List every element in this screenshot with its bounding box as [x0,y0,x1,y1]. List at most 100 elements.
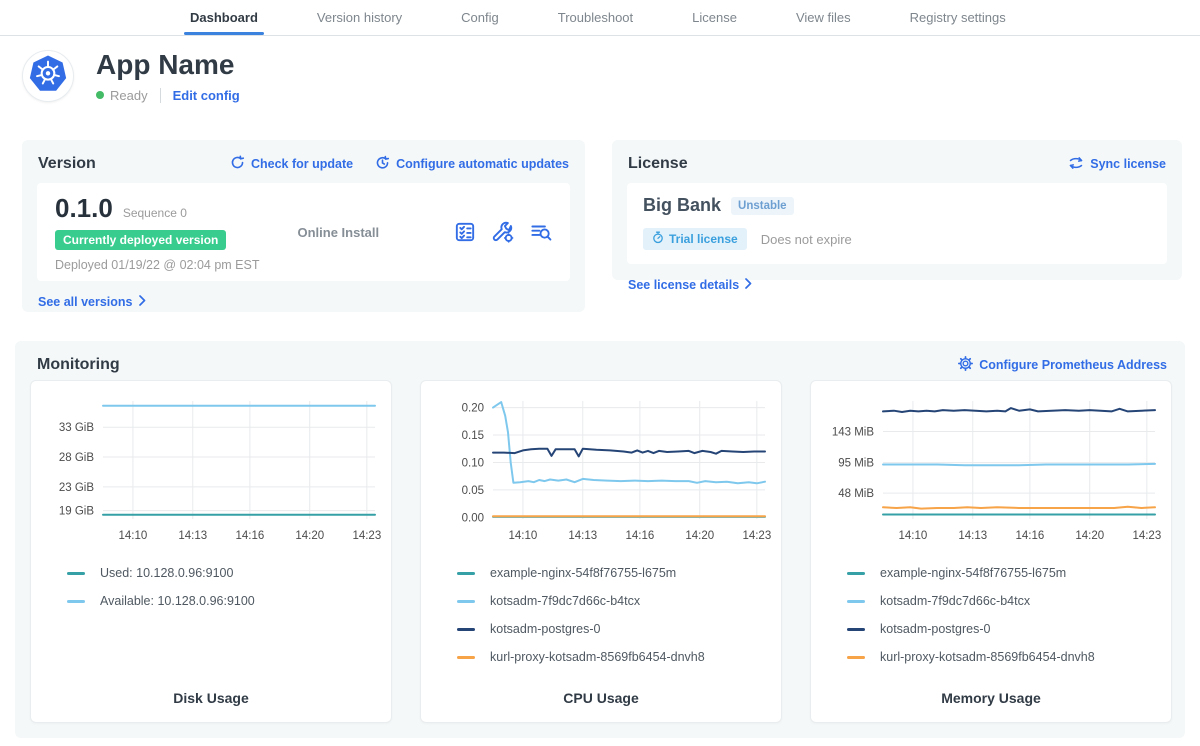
svg-text:14:16: 14:16 [625,530,654,542]
legend-color-dash [847,600,865,603]
legend-color-dash [847,628,865,631]
tab-license[interactable]: License [690,0,739,35]
check-for-update-link[interactable]: Check for update [230,155,353,173]
svg-text:14:20: 14:20 [685,530,714,542]
legend-item: Available: 10.128.0.96:9100 [67,587,383,615]
cpu-usage-chart-card: 0.000.050.100.150.2014:1014:1314:1614:20… [420,380,782,723]
memory-usage-legend: example-nginx-54f8f76755-l675m kotsadm-7f… [847,559,1163,671]
app-logo [22,50,74,102]
deployed-badge: Currently deployed version [55,230,226,250]
channel-badge: Unstable [731,197,794,215]
version-number: 0.1.0 [55,193,113,224]
license-card: License Sync license Big Bank Unstable [612,140,1182,280]
tab-version-history[interactable]: Version history [315,0,404,35]
version-card-title: Version [38,155,96,173]
svg-text:14:10: 14:10 [899,530,928,542]
svg-text:14:20: 14:20 [1075,530,1104,542]
legend-label: kurl-proxy-kotsadm-8569fb6454-dnvh8 [490,650,705,664]
license-expiry: Does not expire [761,232,852,247]
preflight-checklist-icon[interactable] [454,221,476,243]
tab-view-files[interactable]: View files [794,0,853,35]
see-license-details-link[interactable]: See license details [628,278,752,292]
memory-usage-plot: 48 MiB95 MiB143 MiB14:1014:1314:1614:201… [819,389,1165,549]
legend-item: example-nginx-54f8f76755-l675m [847,559,1163,587]
tab-troubleshoot[interactable]: Troubleshoot [556,0,635,35]
svg-text:0.20: 0.20 [462,403,484,415]
legend-item: kurl-proxy-kotsadm-8569fb6454-dnvh8 [847,643,1163,671]
svg-text:14:13: 14:13 [958,530,987,542]
sync-icon [1068,156,1084,173]
svg-text:14:13: 14:13 [568,530,597,542]
gear-icon [958,356,973,374]
svg-text:28 GiB: 28 GiB [59,452,94,464]
svg-text:33 GiB: 33 GiB [59,422,94,434]
chevron-right-icon [139,295,146,309]
app-header: App Name Ready Edit config [22,50,240,103]
svg-text:143 MiB: 143 MiB [832,426,875,438]
svg-text:0.05: 0.05 [462,485,484,497]
kubernetes-icon [26,52,70,101]
current-version-panel: 0.1.0 Sequence 0 Currently deployed vers… [37,183,570,281]
legend-item: kotsadm-7f9dc7d66c-b4tcx [847,587,1163,615]
chart-title: CPU Usage [421,690,781,706]
edit-config-link[interactable]: Edit config [173,88,240,103]
svg-text:14:10: 14:10 [119,530,148,542]
svg-text:14:23: 14:23 [352,530,381,542]
svg-text:14:13: 14:13 [178,530,207,542]
dashboard-screen: Dashboard Version history Config Trouble… [0,0,1200,746]
configure-automatic-updates-link[interactable]: Configure automatic updates [375,155,569,173]
sync-license-link[interactable]: Sync license [1068,156,1166,173]
tab-dashboard[interactable]: Dashboard [188,0,260,35]
clock-refresh-icon [375,155,390,173]
install-type-label: Online Install [259,225,454,240]
legend-color-dash [847,656,865,659]
chevron-right-icon [745,278,752,292]
svg-text:0.00: 0.00 [462,512,484,524]
tab-config[interactable]: Config [459,0,501,35]
svg-text:14:10: 14:10 [509,530,538,542]
svg-text:14:23: 14:23 [1132,530,1161,542]
svg-text:0.15: 0.15 [462,430,484,442]
legend-label: kotsadm-7f9dc7d66c-b4tcx [490,594,640,608]
legend-color-dash [457,628,475,631]
cpu-usage-plot: 0.000.050.100.150.2014:1014:1314:1614:20… [429,389,775,549]
app-status: Ready [110,88,148,103]
legend-color-dash [67,572,85,575]
legend-item: kotsadm-postgres-0 [457,615,773,643]
cpu-usage-legend: example-nginx-54f8f76755-l675m kotsadm-7f… [457,559,773,671]
legend-color-dash [847,572,865,575]
svg-text:14:23: 14:23 [742,530,771,542]
legend-item: kotsadm-7f9dc7d66c-b4tcx [457,587,773,615]
monitoring-title: Monitoring [37,356,120,374]
svg-text:19 GiB: 19 GiB [59,506,94,518]
svg-text:48 MiB: 48 MiB [838,488,874,500]
legend-item: kurl-proxy-kotsadm-8569fb6454-dnvh8 [457,643,773,671]
chart-title: Disk Usage [31,690,391,706]
version-card: Version Check for update [22,140,585,312]
legend-label: kotsadm-postgres-0 [490,622,600,636]
top-nav: Dashboard Version history Config Trouble… [0,0,1200,36]
legend-item: example-nginx-54f8f76755-l675m [457,559,773,587]
see-all-versions-link[interactable]: See all versions [38,295,146,309]
disk-usage-chart-card: 19 GiB23 GiB28 GiB33 GiB14:1014:1314:161… [30,380,392,723]
refresh-icon [230,155,245,173]
edit-config-wrench-icon[interactable] [492,221,514,243]
license-panel: Big Bank Unstable Trial license Does not… [627,183,1167,264]
configure-prometheus-link[interactable]: Configure Prometheus Address [958,356,1167,374]
legend-label: kotsadm-postgres-0 [880,622,990,636]
legend-item: Used: 10.128.0.96:9100 [67,559,383,587]
legend-label: example-nginx-54f8f76755-l675m [490,566,676,580]
license-card-title: License [628,155,688,173]
license-name: Big Bank [643,195,721,216]
view-diff-icon[interactable] [530,221,552,243]
trial-license-badge: Trial license [643,228,747,250]
deployed-timestamp: Deployed 01/19/22 @ 02:04 pm EST [55,258,259,272]
legend-label: kotsadm-7f9dc7d66c-b4tcx [880,594,1030,608]
legend-label: example-nginx-54f8f76755-l675m [880,566,1066,580]
legend-color-dash [457,572,475,575]
svg-text:95 MiB: 95 MiB [838,458,874,470]
tab-registry-settings[interactable]: Registry settings [908,0,1008,35]
monitoring-section: Monitoring Configure Prometheus A [15,341,1185,738]
status-dot [96,91,104,99]
disk-usage-plot: 19 GiB23 GiB28 GiB33 GiB14:1014:1314:161… [39,389,385,549]
